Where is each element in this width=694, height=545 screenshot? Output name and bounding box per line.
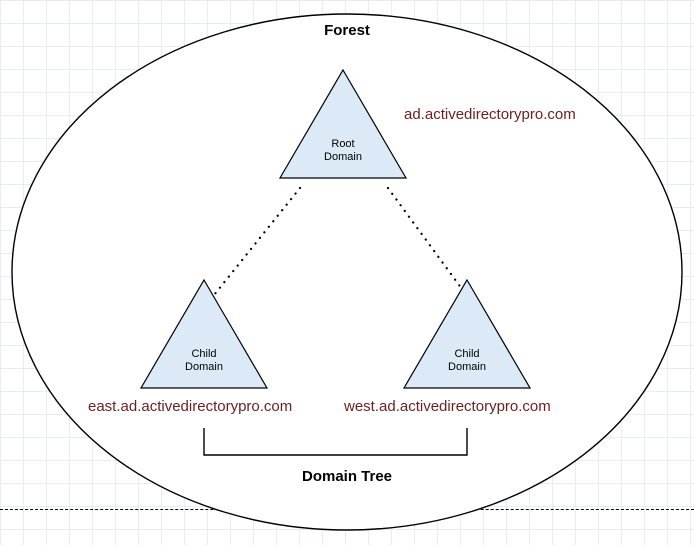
right-child-line2: Domain (448, 361, 486, 373)
right-child-url: west.ad.activedirectorypro.com (344, 398, 551, 415)
domain-tree-label: Domain Tree (0, 468, 694, 485)
right-child-label: Child Domain (427, 348, 507, 373)
right-child-line1: Child (454, 348, 479, 360)
left-child-line2: Domain (185, 361, 223, 373)
root-domain-line1: Root (331, 138, 354, 150)
root-domain-line2: Domain (324, 151, 362, 163)
left-child-url: east.ad.activedirectorypro.com (88, 398, 292, 415)
left-child-label: Child Domain (164, 348, 244, 373)
root-domain-label: Root Domain (303, 138, 383, 163)
root-domain-url: ad.activedirectorypro.com (404, 106, 576, 123)
left-child-line1: Child (191, 348, 216, 360)
forest-label: Forest (0, 22, 694, 39)
diagram-svg (0, 0, 694, 545)
